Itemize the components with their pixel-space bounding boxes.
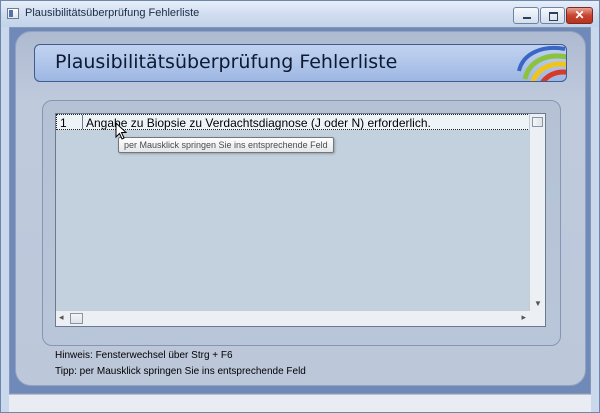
minimize-button[interactable] — [513, 7, 539, 24]
header-banner: Plausibilitätsüberprüfung Fehlerliste — [34, 44, 567, 82]
error-row-number: 1 — [60, 116, 67, 130]
status-bar — [9, 394, 591, 412]
scroll-left-arrow-icon[interactable]: ◂ — [59, 312, 64, 323]
application-window: Plausibilitätsüberprüfung Fehlerliste ✕ … — [0, 0, 600, 413]
horizontal-scroll-thumb[interactable] — [70, 313, 83, 324]
close-icon: ✕ — [574, 8, 585, 22]
horizontal-scrollbar[interactable]: ◂ ▸ — [56, 310, 530, 326]
scrollbar-corner — [530, 311, 545, 326]
tooltip: per Mausklick springen Sie ins entsprech… — [118, 137, 334, 153]
minimize-icon — [523, 17, 531, 19]
mouse-pointer-icon — [115, 122, 128, 140]
hint-text: Hinweis: Fensterwechsel über Strg + F6 — [55, 350, 233, 361]
maximize-icon — [549, 12, 558, 21]
window-title: Plausibilitätsüberprüfung Fehlerliste — [25, 7, 200, 19]
title-bar[interactable]: Plausibilitätsüberprüfung Fehlerliste ✕ — [1, 1, 599, 27]
scroll-down-arrow-icon[interactable]: ▼ — [534, 299, 542, 308]
close-button[interactable]: ✕ — [566, 7, 593, 24]
maximize-button[interactable] — [540, 7, 565, 24]
scroll-right-arrow-icon[interactable]: ▸ — [521, 312, 526, 323]
column-divider — [82, 115, 83, 129]
main-panel: Plausibilitätsüberprüfung Fehlerliste 1 … — [15, 31, 586, 386]
error-row-text[interactable]: Angabe zu Biopsie zu Verdachtsdiagnose (… — [86, 116, 431, 130]
logo-swoosh-red — [540, 69, 566, 81]
tip-text: Tipp: per Mausklick springen Sie ins ent… — [55, 366, 306, 377]
brand-logo — [517, 46, 566, 81]
vertical-scrollbar[interactable]: ▼ — [529, 114, 545, 311]
page-title: Plausibilitätsüberprüfung Fehlerliste — [55, 51, 398, 73]
vertical-scroll-thumb[interactable] — [532, 117, 543, 127]
app-icon[interactable] — [7, 8, 19, 19]
